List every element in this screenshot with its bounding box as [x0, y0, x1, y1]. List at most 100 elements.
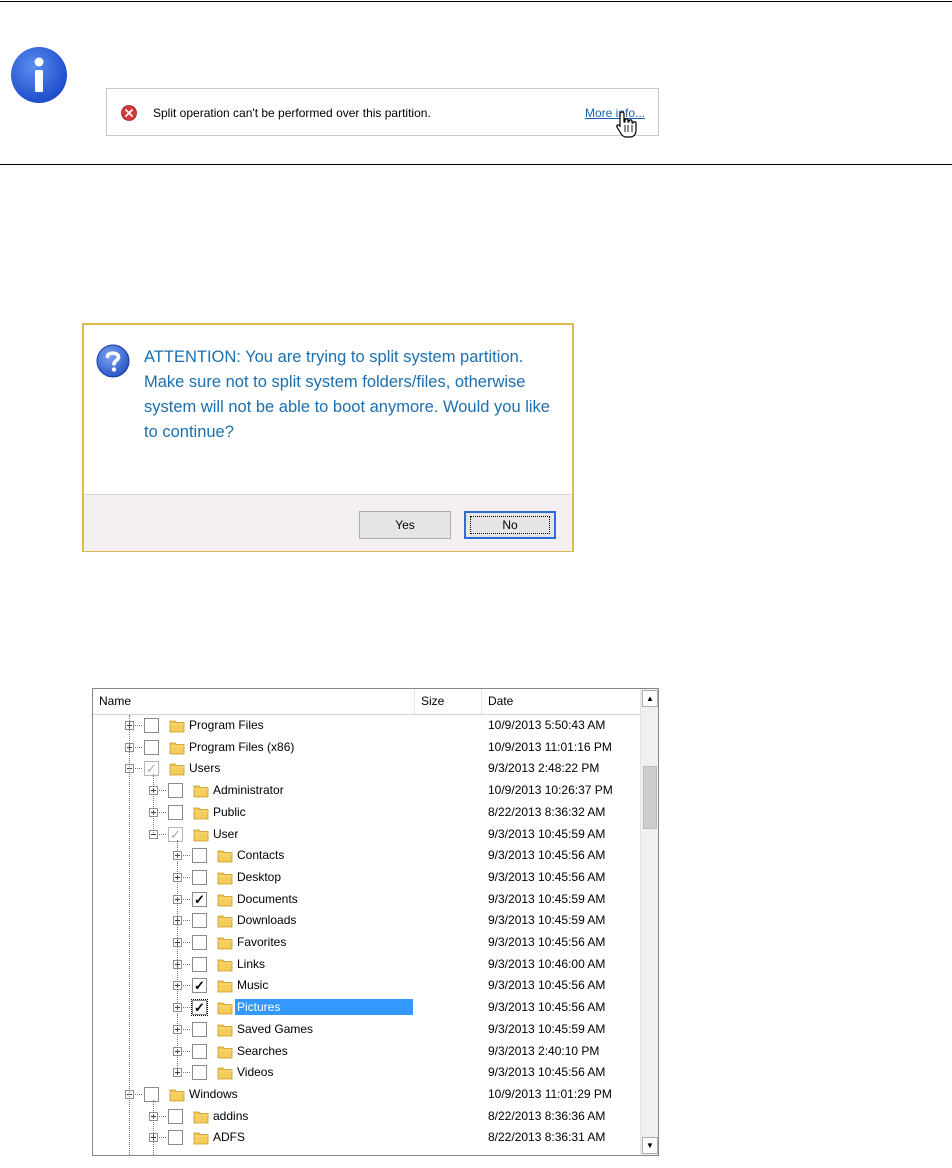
row-date: 9/3/2013 10:46:00 AM	[488, 956, 606, 971]
row-date: 9/3/2013 10:45:56 AM	[488, 1000, 606, 1015]
folder-icon	[193, 827, 209, 842]
row-name: Program Files	[189, 718, 264, 732]
tree-row[interactable]: Desktop 9/3/2013 10:45:56 AM	[93, 867, 640, 889]
tree-row[interactable]: ADFS 8/22/2013 8:36:31 AM	[93, 1127, 640, 1149]
row-name: Favorites	[237, 935, 287, 949]
tree-row[interactable]: Administrator 10/9/2013 10:26:37 PM	[93, 780, 640, 802]
row-checkbox[interactable]: ✓	[168, 826, 183, 842]
row-checkbox[interactable]: ✓	[192, 978, 207, 994]
dialog-message: ATTENTION: You are trying to split syste…	[144, 348, 550, 441]
tree-row[interactable]: Videos 9/3/2013 10:45:56 AM	[93, 1062, 640, 1084]
row-date: 9/3/2013 10:45:59 AM	[488, 1021, 606, 1036]
row-name: Windows	[189, 1086, 238, 1101]
tree-row[interactable]: addins 8/22/2013 8:36:36 AM	[93, 1106, 640, 1128]
info-icon	[11, 47, 67, 103]
row-name: Documents	[237, 891, 298, 906]
row-checkbox[interactable]	[144, 718, 159, 733]
folder-icon	[217, 1000, 233, 1015]
row-name: addins	[213, 1108, 249, 1123]
folder-icon	[193, 1109, 209, 1124]
yes-button[interactable]: Yes	[359, 511, 451, 539]
row-date: 9/3/2013 2:40:10 PM	[488, 1043, 600, 1058]
row-date: 9/3/2013 10:45:56 AM	[488, 869, 606, 884]
scroll-thumb[interactable]	[643, 766, 657, 829]
row-checkbox[interactable]	[192, 935, 207, 950]
tree-row[interactable]: ✓ User 9/3/2013 10:45:59 AM	[93, 824, 640, 846]
tree-connector	[135, 768, 142, 770]
row-checkbox[interactable]: ✓	[144, 761, 159, 777]
row-date: 9/3/2013 10:45:59 AM	[488, 913, 606, 928]
row-name: Contacts	[237, 848, 285, 863]
folder-icon	[169, 740, 185, 755]
folder-icon	[193, 1130, 209, 1145]
column-name[interactable]: Name	[93, 689, 415, 714]
folder-icon	[217, 870, 233, 885]
no-button-label: No	[502, 518, 518, 532]
folder-icon	[217, 978, 233, 993]
tree-row[interactable]: Program Files (x86) 10/9/2013 11:01:16 PM	[93, 737, 640, 759]
row-name: Public	[213, 804, 246, 819]
row-checkbox[interactable]	[192, 956, 207, 972]
folder-icon	[193, 783, 209, 798]
tree-row[interactable]: Searches 9/3/2013 2:40:10 PM	[93, 1041, 640, 1063]
column-size-label: Size	[421, 694, 445, 708]
tree-connector	[183, 963, 190, 966]
error-icon	[121, 105, 137, 121]
row-checkbox[interactable]	[192, 913, 207, 929]
tree-connector	[159, 1137, 166, 1139]
row-name: User	[213, 826, 239, 841]
tree-row[interactable]: ✓ Documents 9/3/2013 10:45:59 AM	[93, 889, 640, 911]
folder-icon	[217, 1065, 233, 1080]
folder-icon	[217, 892, 233, 907]
tree-row[interactable]: Saved Games 9/3/2013 10:45:59 AM	[93, 1019, 640, 1041]
row-date: 10/9/2013 10:26:37 PM	[488, 783, 613, 798]
row-checkbox[interactable]	[192, 848, 207, 864]
tree-row[interactable]: Links 9/3/2013 10:46:00 AM	[93, 954, 640, 976]
row-checkbox[interactable]	[192, 869, 207, 885]
row-checkbox[interactable]: ✓	[192, 891, 207, 907]
row-checkbox[interactable]	[192, 1021, 207, 1037]
no-button[interactable]: No	[464, 511, 556, 539]
tree-row[interactable]: ✓ Music 9/3/2013 10:45:56 AM	[93, 975, 640, 997]
row-date: 8/22/2013 8:36:36 AM	[488, 1108, 606, 1123]
tree-row[interactable]: Favorites 9/3/2013 10:45:56 AM	[93, 932, 640, 954]
tree-row[interactable]: Windows 10/9/2013 11:01:29 PM	[93, 1084, 640, 1106]
row-checkbox[interactable]	[168, 783, 183, 799]
row-checkbox[interactable]	[168, 804, 183, 820]
row-date: 9/3/2013 10:45:56 AM	[488, 848, 606, 863]
tree-row[interactable]: Public 8/22/2013 8:36:32 AM	[93, 802, 640, 824]
row-checkbox[interactable]	[144, 1086, 159, 1102]
tree-guide-line	[153, 1099, 155, 1155]
row-date: 10/9/2013 5:50:43 AM	[488, 718, 606, 732]
row-date: 9/3/2013 10:45:59 AM	[488, 826, 606, 841]
row-checkbox[interactable]	[192, 1043, 207, 1059]
vertical-scrollbar[interactable]: ▲ ▼	[640, 689, 658, 1155]
tree-connector	[183, 1007, 190, 1009]
column-date[interactable]: Date	[482, 689, 640, 714]
row-name: Videos	[237, 1065, 274, 1080]
tree-row[interactable]: Downloads 9/3/2013 10:45:59 AM	[93, 910, 640, 932]
row-checkbox[interactable]	[168, 1130, 183, 1146]
row-checkbox[interactable]: ✓	[191, 999, 208, 1017]
folder-icon	[217, 935, 233, 950]
folder-icon	[217, 848, 233, 863]
tree-row[interactable]: ✓ Users 9/3/2013 2:48:22 PM	[93, 758, 640, 780]
row-date: 10/9/2013 11:01:16 PM	[488, 739, 612, 754]
tree-row[interactable]: Contacts 9/3/2013 10:45:56 AM	[93, 845, 640, 867]
tree-guide-line	[153, 774, 155, 834]
folder-icon	[169, 761, 185, 776]
row-name: Users	[189, 761, 221, 776]
scroll-down-arrow-icon[interactable]: ▼	[642, 1137, 658, 1154]
tree-row[interactable]: ✓ Pictures 9/3/2013 10:45:56 AM	[93, 997, 640, 1019]
column-size[interactable]: Size	[415, 689, 482, 714]
row-checkbox[interactable]	[192, 1065, 207, 1081]
yes-button-label: Yes	[395, 518, 415, 532]
row-name: Desktop	[237, 869, 282, 884]
row-date: 9/3/2013 10:45:59 AM	[488, 891, 606, 906]
column-name-label: Name	[99, 694, 132, 708]
row-name: Saved Games	[237, 1021, 314, 1036]
row-checkbox[interactable]	[168, 1108, 183, 1124]
row-checkbox[interactable]	[144, 739, 159, 755]
tree-row[interactable]: Program Files 10/9/2013 5:50:43 AM	[93, 715, 640, 737]
scroll-up-arrow-icon[interactable]: ▲	[642, 690, 658, 707]
